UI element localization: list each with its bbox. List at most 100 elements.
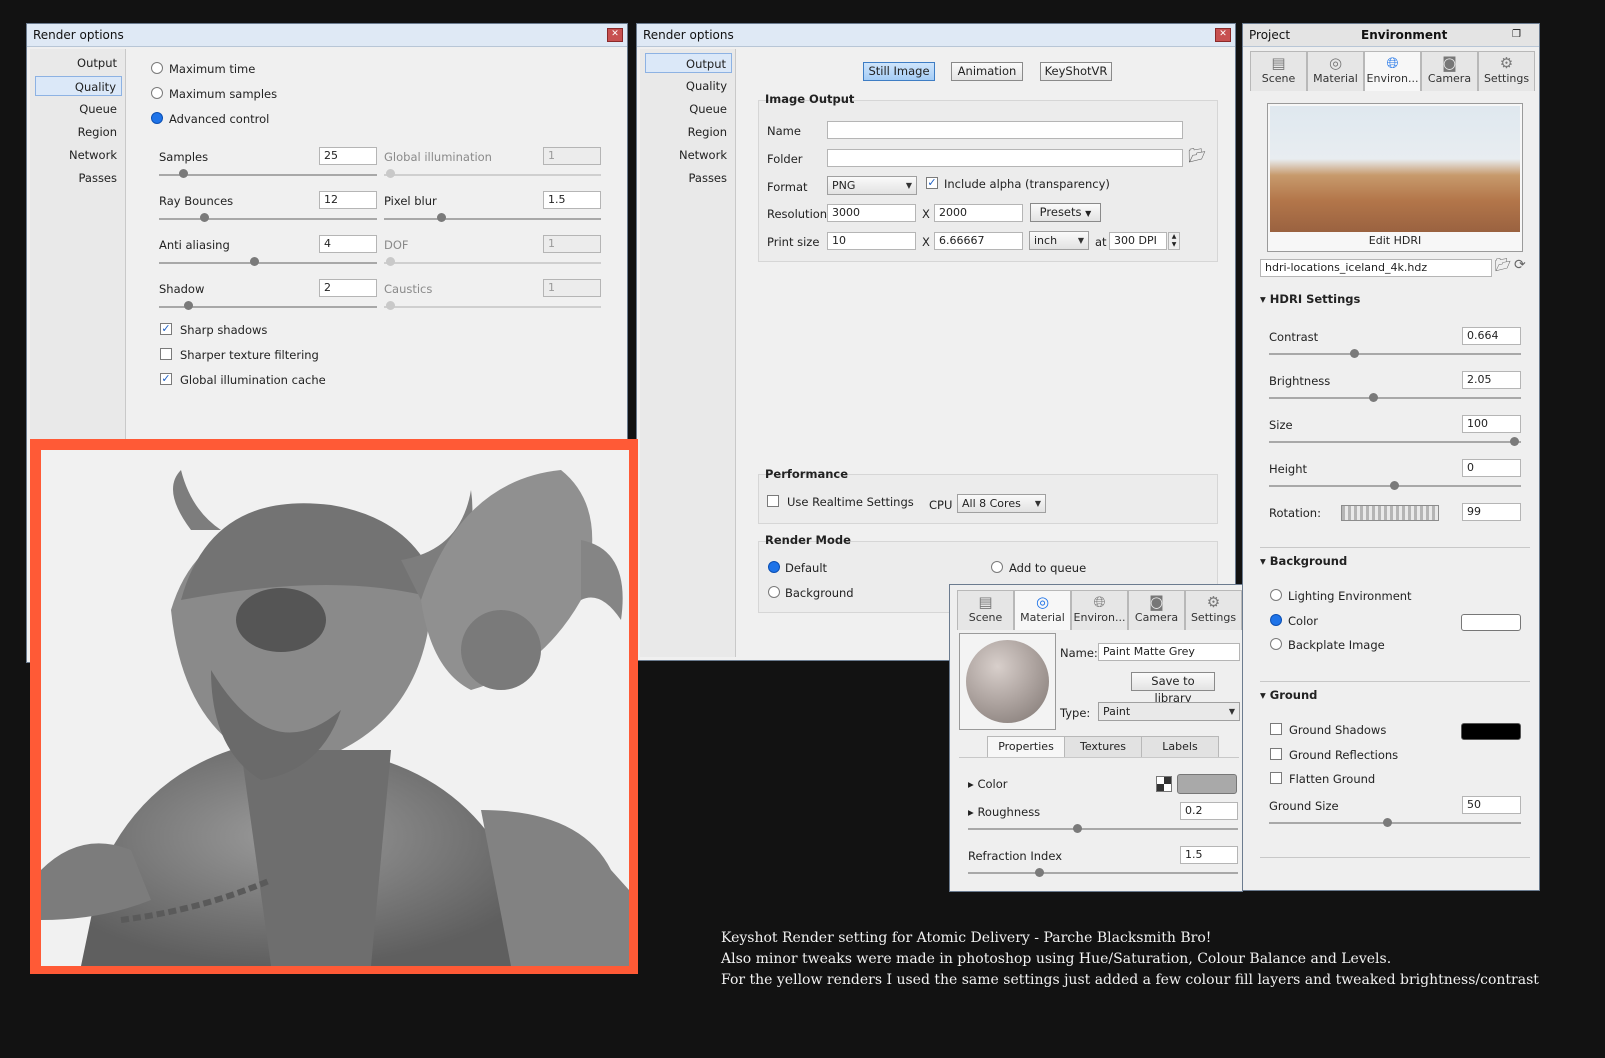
refresh-icon[interactable]: ⟳ [1514,257,1526,273]
cpu-select[interactable]: All 8 Cores ▼ [957,494,1046,513]
brightness-field[interactable]: 2.05 [1462,371,1521,389]
nav-region[interactable]: Region [645,122,732,142]
default-mode-radio[interactable] [768,561,780,573]
still-image-tab[interactable]: Still Image [863,62,935,81]
material-name-field[interactable]: Paint Matte Grey [1098,643,1240,661]
nav-quality[interactable]: Quality [645,76,732,96]
use-realtime-checkbox[interactable] [767,495,779,507]
refraction-slider-track[interactable] [968,872,1238,874]
animation-tab[interactable]: Animation [951,62,1023,81]
dpi-field[interactable]: 300 DPI [1109,232,1167,250]
height-slider-knob[interactable] [1390,481,1399,490]
flatten-ground-checkbox[interactable] [1270,772,1282,784]
material-color-swatch[interactable] [1177,774,1237,794]
restore-icon[interactable]: ❐ [1512,24,1521,46]
maximum-samples-radio[interactable] [151,87,163,99]
ground-header[interactable]: ▾ Ground [1260,688,1317,702]
labels-tab[interactable]: Labels [1141,736,1219,758]
pixel-blur-slider-knob[interactable] [437,213,446,222]
size-slider-knob[interactable] [1510,437,1519,446]
nav-network[interactable]: Network [35,145,122,165]
name-field[interactable] [827,121,1183,139]
tab-scene[interactable]: ▤ Scene [957,590,1014,630]
nav-queue[interactable]: Queue [35,99,122,119]
include-alpha-checkbox[interactable]: ✓ [926,177,938,189]
ground-size-slider-track[interactable] [1269,822,1521,824]
nav-quality[interactable]: Quality [35,76,122,96]
tab-settings[interactable]: ⚙ Settings [1478,51,1535,91]
color-radio[interactable] [1270,614,1282,626]
tab-camera[interactable]: ◙ Camera [1421,51,1478,91]
brightness-slider-knob[interactable] [1369,393,1378,402]
close-icon[interactable]: ✕ [607,28,623,42]
tab-camera[interactable]: ◙ Camera [1128,590,1185,630]
ground-reflections-checkbox[interactable] [1270,748,1282,760]
sharper-texture-checkbox[interactable] [160,348,172,360]
folder-open-icon[interactable]: 📂︎ [1188,148,1206,164]
rotation-field[interactable]: 99 [1462,503,1521,521]
add-to-queue-radio[interactable] [991,561,1003,573]
contrast-slider-knob[interactable] [1350,349,1359,358]
pixel-blur-field[interactable]: 1.5 [543,191,601,209]
shadow-slider-knob[interactable] [184,301,193,310]
properties-tab[interactable]: Properties [987,736,1065,757]
refraction-index-field[interactable]: 1.5 [1180,846,1238,864]
nav-region[interactable]: Region [35,122,122,142]
checker-texture-icon[interactable] [1156,776,1172,792]
nav-output[interactable]: Output [35,53,122,73]
hdri-settings-header[interactable]: ▾ HDRI Settings [1260,292,1360,306]
close-icon[interactable]: ✕ [1215,28,1231,42]
rotation-wheel[interactable] [1341,505,1439,521]
sharp-shadows-checkbox[interactable]: ✓ [160,323,172,335]
pixel-blur-slider-track[interactable] [384,218,601,220]
roughness-slider-track[interactable] [968,828,1238,830]
nav-passes[interactable]: Passes [645,168,732,188]
hdri-file-field[interactable]: hdri-locations_iceland_4k.hdz [1260,259,1492,277]
ground-size-slider-knob[interactable] [1383,818,1392,827]
print-width-field[interactable]: 10 [827,232,916,250]
unit-select[interactable]: inch ▼ [1029,231,1089,250]
tab-material[interactable]: ◎ Material [1014,590,1071,630]
size-field[interactable]: 100 [1462,415,1521,433]
folder-open-icon[interactable]: 📂︎ [1495,258,1512,273]
material-type-select[interactable]: Paint ▼ [1098,702,1240,721]
advanced-control-radio[interactable] [151,112,163,124]
backplate-image-radio[interactable] [1270,638,1282,650]
nav-output[interactable]: Output [645,53,732,73]
ray-bounces-slider-track[interactable] [159,218,377,220]
roughness-field[interactable]: 0.2 [1180,802,1238,820]
ray-bounces-field[interactable]: 12 [319,191,377,209]
contrast-slider-track[interactable] [1269,353,1521,355]
samples-field[interactable]: 25 [319,147,377,165]
save-to-library-button[interactable]: Save to library [1131,672,1215,705]
folder-field[interactable] [827,149,1183,167]
nav-queue[interactable]: Queue [645,99,732,119]
contrast-field[interactable]: 0.664 [1462,327,1521,345]
brightness-slider-track[interactable] [1269,397,1521,399]
color-property-label[interactable]: ▸ Color [968,777,1007,791]
lighting-environment-radio[interactable] [1270,589,1282,601]
ray-bounces-slider-knob[interactable] [200,213,209,222]
nav-passes[interactable]: Passes [35,168,122,188]
size-slider-track[interactable] [1269,441,1521,443]
background-color-swatch[interactable] [1461,614,1521,631]
ground-shadows-checkbox[interactable] [1270,723,1282,735]
anti-aliasing-field[interactable]: 4 [319,235,377,253]
material-preview[interactable] [959,633,1056,730]
background-header[interactable]: ▾ Background [1260,554,1347,568]
roughness-slider-knob[interactable] [1073,824,1082,833]
samples-slider-knob[interactable] [179,169,188,178]
keyshotvr-tab[interactable]: KeyShotVR [1040,62,1112,81]
anti-aliasing-slider-track[interactable] [159,262,377,264]
format-select[interactable]: PNG ▼ [827,176,917,195]
textures-tab[interactable]: Textures [1064,736,1142,758]
dpi-spinner-icon[interactable]: ▲ ▼ [1168,232,1180,250]
tab-settings[interactable]: ⚙ Settings [1185,590,1242,630]
maximum-time-radio[interactable] [151,62,163,74]
hdri-preview[interactable]: Edit HDRI [1267,103,1523,252]
ground-size-field[interactable]: 50 [1462,796,1521,814]
tab-environment[interactable]: 🌐︎ Environ... [1364,51,1421,91]
resolution-width-field[interactable]: 3000 [827,204,916,222]
height-field[interactable]: 0 [1462,459,1521,477]
anti-aliasing-slider-knob[interactable] [250,257,259,266]
